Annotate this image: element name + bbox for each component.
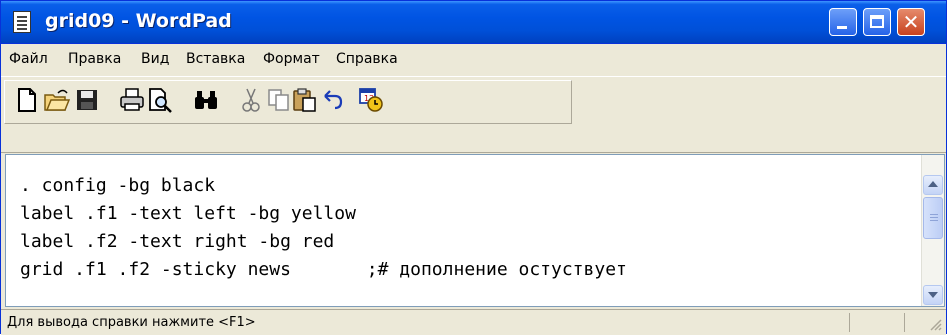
menu-file[interactable]: Файл bbox=[9, 51, 48, 67]
save-disk-icon[interactable] bbox=[74, 87, 100, 113]
scroll-thumb[interactable] bbox=[923, 197, 943, 239]
maximize-icon bbox=[870, 15, 884, 28]
insert-date-time-icon[interactable]: 12 bbox=[358, 87, 384, 113]
status-bar: Для вывода справки нажмите <F1> bbox=[1, 309, 946, 335]
title-bar[interactable]: grid09 - WordPad ✕ bbox=[1, 1, 946, 44]
menu-view[interactable]: Вид bbox=[141, 51, 169, 67]
menu-edit[interactable]: Правка bbox=[68, 51, 121, 67]
window-title: grid09 - WordPad bbox=[45, 10, 232, 32]
undo-icon[interactable] bbox=[319, 87, 345, 113]
paste-clipboard-icon[interactable] bbox=[292, 87, 318, 113]
copy-icon[interactable] bbox=[266, 87, 292, 113]
chevron-up-icon bbox=[928, 181, 938, 187]
status-divider bbox=[849, 313, 850, 332]
minimize-icon bbox=[837, 26, 847, 29]
menu-bar: Файл Правка Вид Вставка Формат Справка bbox=[1, 44, 946, 77]
scroll-down-button[interactable] bbox=[923, 285, 943, 305]
maximize-button[interactable] bbox=[863, 8, 891, 36]
wordpad-document-icon[interactable] bbox=[13, 11, 31, 33]
wordpad-window: grid09 - WordPad ✕ Файл Правка Вид Встав… bbox=[0, 0, 947, 335]
minimize-button[interactable] bbox=[829, 8, 857, 36]
menu-format[interactable]: Формат bbox=[263, 51, 320, 67]
document-line: label .f1 -text left -bg yellow bbox=[20, 203, 356, 224]
status-text: Для вывода справки нажмите <F1> bbox=[7, 315, 256, 330]
print-icon[interactable] bbox=[119, 87, 145, 113]
print-preview-icon[interactable] bbox=[147, 87, 173, 113]
toolbar-divider bbox=[1, 152, 946, 153]
cut-scissors-icon[interactable] bbox=[238, 87, 264, 113]
toolbar: 12 bbox=[1, 77, 946, 155]
close-icon: ✕ bbox=[902, 10, 920, 34]
document-text-area[interactable]: . config -bg black label .f1 -text left … bbox=[5, 154, 945, 307]
resize-grip-icon[interactable] bbox=[929, 318, 943, 332]
document-line: . config -bg black bbox=[20, 175, 216, 196]
new-document-icon[interactable] bbox=[14, 87, 40, 113]
find-binoculars-icon[interactable] bbox=[193, 87, 219, 113]
vertical-scrollbar[interactable] bbox=[921, 155, 944, 306]
close-button[interactable]: ✕ bbox=[897, 8, 925, 36]
menu-help[interactable]: Справка bbox=[336, 51, 398, 67]
document-line: grid .f1 .f2 -sticky news ;# дополнение … bbox=[20, 259, 627, 280]
scroll-up-button[interactable] bbox=[923, 175, 943, 195]
open-folder-icon[interactable] bbox=[44, 87, 70, 113]
status-divider bbox=[904, 313, 905, 332]
document-line: label .f2 -text right -bg red bbox=[20, 231, 335, 252]
chevron-down-icon bbox=[928, 292, 938, 298]
menu-insert[interactable]: Вставка bbox=[186, 51, 245, 67]
